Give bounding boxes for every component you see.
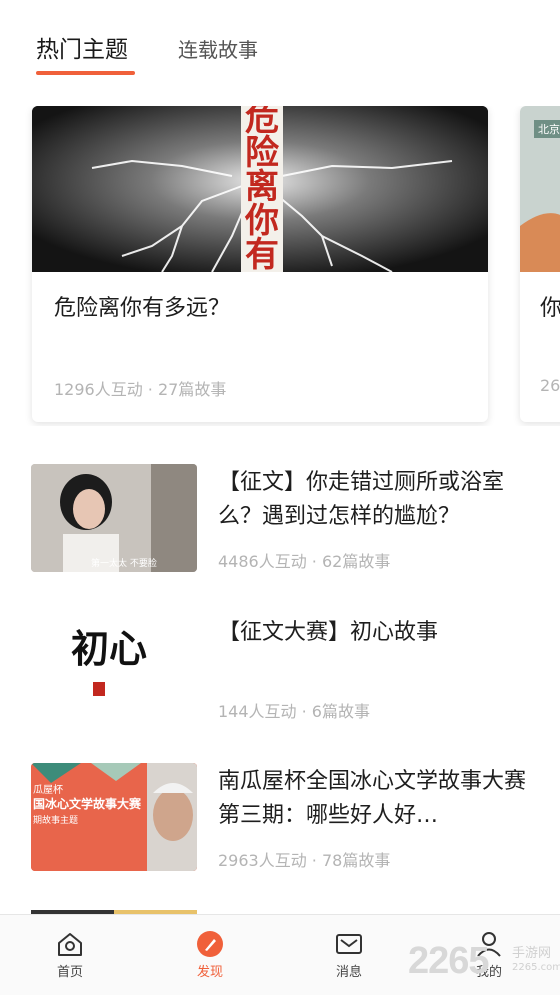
story-meta: 2963人互动 · 78篇故事 bbox=[218, 851, 391, 870]
story-title: 【征文大赛】初心故事 bbox=[218, 620, 439, 645]
next-featured-card[interactable]: 北京 你 26 bbox=[520, 106, 560, 422]
story-meta: 144人互动 · 6篇故事 bbox=[218, 702, 370, 721]
quill-icon bbox=[197, 931, 223, 957]
story-thumbnail: 瓜屋杯 国冰心文学故事大赛 期故事主题 bbox=[31, 763, 197, 871]
next-featured-title: 你 bbox=[540, 296, 560, 321]
story-thumbnail-calligraphy: 初心 bbox=[71, 626, 148, 671]
nav-message-label: 消息 bbox=[335, 965, 362, 980]
seal-stamp bbox=[93, 682, 105, 696]
watermark-subtitle: 手游网 bbox=[512, 946, 552, 961]
watermark-logo: 2265 手游网 2265.com bbox=[408, 940, 560, 984]
tab-serial-stories[interactable]: 连载故事 bbox=[178, 34, 258, 66]
nav-discover[interactable]: 发现 bbox=[170, 929, 250, 980]
featured-meta: 1296人互动 · 27篇故事 bbox=[54, 380, 227, 399]
nav-discover-label: 发现 bbox=[196, 965, 223, 980]
poster-line-2: 国冰心文学故事大赛 bbox=[33, 797, 142, 811]
home-icon bbox=[58, 933, 82, 956]
story-title: 【征文】你走错过厕所或浴室么？遇到过怎样的尴尬？ bbox=[218, 470, 505, 529]
top-tabs: 热门主题 连载故事 bbox=[0, 0, 560, 92]
story-title: 南瓜屋杯全国冰心文学故事大赛第三期：哪些好人好… bbox=[218, 769, 527, 828]
next-featured-art bbox=[520, 213, 560, 272]
list-item[interactable]: 第一太太 不要脸 【征文】你走错过厕所或浴室么？遇到过怎样的尴尬？ 4486人互… bbox=[0, 464, 560, 584]
story-meta: 4486人互动 · 62篇故事 bbox=[218, 552, 391, 571]
active-tab-indicator bbox=[36, 71, 135, 75]
watermark-url: 2265.com bbox=[512, 962, 560, 973]
poster-line-3: 期故事主题 bbox=[33, 816, 79, 826]
story-thumbnail: 初心 bbox=[31, 614, 197, 722]
tab-hot-topics[interactable]: 热门主题 bbox=[36, 34, 128, 66]
story-thumbnail: 第一太太 不要脸 bbox=[31, 464, 197, 572]
featured-image-text: 危险离你有 bbox=[245, 106, 279, 272]
nav-home-label: 首页 bbox=[56, 965, 83, 980]
story-thumbnail-caption: 第一太太 不要脸 bbox=[91, 559, 157, 569]
list-item[interactable]: 初心 【征文大赛】初心故事 144人互动 · 6篇故事 bbox=[0, 614, 560, 734]
featured-card[interactable]: 危险离你有 危险离你有多远？ 1296人互动 · 27篇故事 bbox=[32, 106, 488, 422]
mail-icon bbox=[336, 934, 362, 954]
featured-title: 危险离你有多远？ bbox=[54, 296, 231, 321]
featured-image: 危险离你有 bbox=[32, 106, 488, 272]
next-featured-image: 北京 bbox=[520, 106, 560, 272]
nav-message[interactable]: 消息 bbox=[309, 929, 389, 980]
next-featured-meta: 26 bbox=[540, 376, 560, 395]
nav-home[interactable]: 首页 bbox=[30, 929, 110, 980]
watermark-brand: 2265 bbox=[408, 940, 490, 982]
list-item[interactable]: 瓜屋杯 国冰心文学故事大赛 期故事主题 南瓜屋杯全国冰心文学故事大赛第三期：哪些… bbox=[0, 763, 560, 883]
poster-line-1: 瓜屋杯 bbox=[33, 785, 63, 796]
featured-carousel[interactable]: 危险离你有 危险离你有多远？ 1296人互动 · 27篇故事 北京 你 26 bbox=[0, 106, 560, 426]
